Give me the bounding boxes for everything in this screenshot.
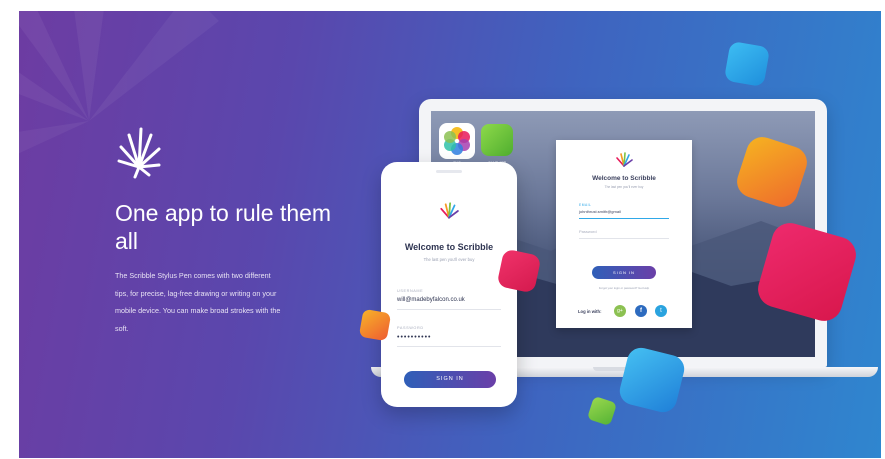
- twitter-login-button[interactable]: t: [655, 305, 667, 317]
- hero-title: One app to rule them all: [115, 200, 332, 254]
- decorative-green-tile: [586, 395, 618, 427]
- scribble-logo-icon: [440, 202, 459, 219]
- phone-device: Welcome to Scribble The last pen you'll …: [381, 162, 517, 407]
- laptop-card-subtitle: The last pen you'll ever buy: [604, 185, 644, 189]
- hero-description: The Scribble Stylus Pen comes with two d…: [115, 271, 281, 333]
- laptop-login-card: Welcome to Scribble The last pen you'll …: [556, 140, 692, 328]
- login-with-label: Log in with:: [578, 309, 602, 314]
- facebook-login-button[interactable]: f: [635, 305, 647, 317]
- username-field[interactable]: will@madebyfalcon.co.uk: [397, 297, 501, 310]
- username-label: USERNAME: [397, 289, 424, 293]
- phone-speaker: [436, 170, 462, 173]
- password-field[interactable]: ••••••••••: [397, 334, 501, 347]
- game-app-icon[interactable]: [481, 124, 513, 156]
- scribble-logo-icon: [117, 127, 161, 179]
- phone-sign-in-button[interactable]: SIGN IN: [404, 371, 496, 388]
- password-field[interactable]: Password: [579, 229, 669, 239]
- laptop-card-title: Welcome to Scribble: [592, 175, 656, 182]
- photos-flower-icon: [444, 127, 470, 155]
- decorative-blue-tile: [723, 40, 771, 88]
- photos-app-icon[interactable]: [439, 123, 475, 159]
- hero-banner: One app to rule them all The Scribble St…: [19, 11, 881, 458]
- scribble-logo-icon: [616, 152, 633, 167]
- laptop-sign-in-button[interactable]: SIGN IN: [592, 266, 656, 279]
- phone-subtitle: The last pen you'll ever buy: [423, 257, 475, 262]
- phone-title: Welcome to Scribble: [404, 242, 494, 252]
- google-plus-login-button[interactable]: g+: [614, 305, 626, 317]
- email-field[interactable]: johnthrust.smith@gmail: [579, 209, 669, 219]
- decorative-orange-small-tile: [358, 308, 392, 342]
- password-label: PASSWORD: [397, 326, 424, 330]
- email-label: EMAIL: [579, 203, 592, 207]
- forgot-password-link[interactable]: Forgot your login or password? Get Help: [556, 286, 692, 290]
